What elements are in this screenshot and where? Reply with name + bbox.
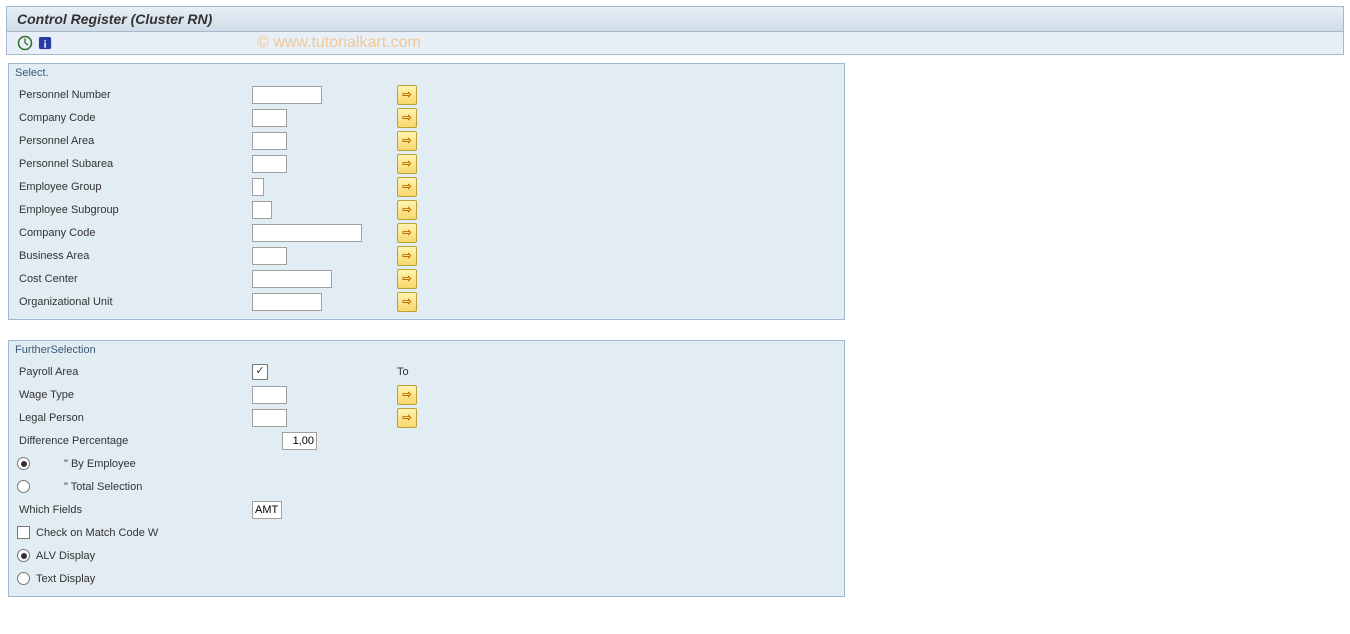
- input-personnel-subarea[interactable]: [252, 155, 287, 173]
- toolbar: i © www.tutorialkart.com: [6, 32, 1344, 55]
- input-personnel-area[interactable]: [252, 132, 287, 150]
- label-legal-person: Legal Person: [17, 412, 252, 424]
- label-employee-subgroup: Employee Subgroup: [17, 204, 252, 216]
- row-diff-pct: Difference Percentage: [9, 429, 844, 452]
- multiselect-button[interactable]: ⇨: [397, 408, 417, 428]
- multiselect-button[interactable]: ⇨: [397, 246, 417, 266]
- execute-icon[interactable]: [17, 35, 33, 51]
- radio-text-display[interactable]: [17, 572, 30, 585]
- row-check-match: Check on Match Code W: [9, 521, 844, 544]
- multiselect-button[interactable]: ⇨: [397, 385, 417, 405]
- multiselect-button[interactable]: ⇨: [397, 177, 417, 197]
- label-personnel-number: Personnel Number: [17, 89, 252, 101]
- arrow-right-icon: ⇨: [402, 180, 411, 193]
- multiselect-button[interactable]: ⇨: [397, 154, 417, 174]
- input-which-fields[interactable]: [252, 501, 282, 519]
- arrow-right-icon: ⇨: [402, 157, 411, 170]
- multiselect-button[interactable]: ⇨: [397, 292, 417, 312]
- label-wage-type: Wage Type: [17, 389, 252, 401]
- arrow-right-icon: ⇨: [402, 411, 411, 424]
- row-company-code: Company Code ⇨: [9, 106, 844, 129]
- checkmark-icon: ✓: [255, 366, 264, 377]
- label-diff-pct: Difference Percentage: [17, 435, 252, 447]
- arrow-right-icon: ⇨: [402, 249, 411, 262]
- multiselect-button[interactable]: ⇨: [397, 108, 417, 128]
- watermark: © www.tutorialkart.com: [257, 34, 421, 52]
- label-org-unit: Organizational Unit: [17, 296, 252, 308]
- multiselect-button[interactable]: ⇨: [397, 85, 417, 105]
- content-area: Select. Personnel Number ⇨ Company Code …: [0, 55, 1350, 625]
- label-which-fields: Which Fields: [17, 504, 252, 516]
- label-personnel-subarea: Personnel Subarea: [17, 158, 252, 170]
- row-personnel-number: Personnel Number ⇨: [9, 83, 844, 106]
- label-company-code: Company Code: [17, 112, 252, 124]
- checkbox-payroll-area[interactable]: ✓: [252, 364, 268, 380]
- row-total-selection: " Total Selection: [9, 475, 844, 498]
- input-org-unit[interactable]: [252, 293, 322, 311]
- radio-by-employee[interactable]: [17, 457, 30, 470]
- row-alv-display: ALV Display: [9, 544, 844, 567]
- row-employee-subgroup: Employee Subgroup ⇨: [9, 198, 844, 221]
- label-total-selection: " Total Selection: [36, 481, 142, 493]
- radio-alv-display[interactable]: [17, 549, 30, 562]
- row-legal-person: Legal Person ⇨: [9, 406, 844, 429]
- label-text-display: Text Display: [36, 573, 95, 585]
- page-title: Control Register (Cluster RN): [17, 11, 212, 27]
- group-select-title: Select.: [9, 64, 844, 83]
- group-further: FurtherSelection Payroll Area ✓ To Wage …: [8, 340, 845, 597]
- label-alv-display: ALV Display: [36, 550, 95, 562]
- arrow-right-icon: ⇨: [402, 111, 411, 124]
- input-cost-center[interactable]: [252, 270, 332, 288]
- input-employee-subgroup[interactable]: [252, 201, 272, 219]
- row-business-area: Business Area ⇨: [9, 244, 844, 267]
- svg-text:i: i: [43, 39, 46, 50]
- row-text-display: Text Display: [9, 567, 844, 590]
- input-business-area[interactable]: [252, 247, 287, 265]
- label-company-code2: Company Code: [17, 227, 252, 239]
- row-cost-center: Cost Center ⇨: [9, 267, 844, 290]
- title-bar: Control Register (Cluster RN): [6, 6, 1344, 32]
- input-employee-group[interactable]: [252, 178, 264, 196]
- radio-total-selection[interactable]: [17, 480, 30, 493]
- group-further-title: FurtherSelection: [9, 341, 844, 360]
- row-payroll-area: Payroll Area ✓ To: [9, 360, 844, 383]
- arrow-right-icon: ⇨: [402, 134, 411, 147]
- arrow-right-icon: ⇨: [402, 88, 411, 101]
- input-company-code2[interactable]: [252, 224, 362, 242]
- label-business-area: Business Area: [17, 250, 252, 262]
- label-to: To: [397, 366, 537, 378]
- arrow-right-icon: ⇨: [402, 272, 411, 285]
- row-company-code2: Company Code ⇨: [9, 221, 844, 244]
- label-payroll-area: Payroll Area: [17, 366, 252, 378]
- input-personnel-number[interactable]: [252, 86, 322, 104]
- input-diff-pct[interactable]: [282, 432, 317, 450]
- arrow-right-icon: ⇨: [402, 203, 411, 216]
- info-icon[interactable]: i: [37, 35, 53, 51]
- label-personnel-area: Personnel Area: [17, 135, 252, 147]
- row-personnel-area: Personnel Area ⇨: [9, 129, 844, 152]
- row-wage-type: Wage Type ⇨: [9, 383, 844, 406]
- multiselect-button[interactable]: ⇨: [397, 269, 417, 289]
- row-by-employee: " By Employee: [9, 452, 844, 475]
- row-org-unit: Organizational Unit ⇨: [9, 290, 844, 313]
- input-legal-person[interactable]: [252, 409, 287, 427]
- arrow-right-icon: ⇨: [402, 295, 411, 308]
- label-cost-center: Cost Center: [17, 273, 252, 285]
- row-which-fields: Which Fields: [9, 498, 844, 521]
- label-by-employee: " By Employee: [36, 458, 136, 470]
- label-employee-group: Employee Group: [17, 181, 252, 193]
- multiselect-button[interactable]: ⇨: [397, 200, 417, 220]
- arrow-right-icon: ⇨: [402, 226, 411, 239]
- multiselect-button[interactable]: ⇨: [397, 131, 417, 151]
- label-check-match: Check on Match Code W: [36, 527, 158, 539]
- input-company-code[interactable]: [252, 109, 287, 127]
- multiselect-button[interactable]: ⇨: [397, 223, 417, 243]
- arrow-right-icon: ⇨: [402, 388, 411, 401]
- group-select: Select. Personnel Number ⇨ Company Code …: [8, 63, 845, 320]
- input-wage-type[interactable]: [252, 386, 287, 404]
- checkbox-check-match[interactable]: [17, 526, 30, 539]
- row-employee-group: Employee Group ⇨: [9, 175, 844, 198]
- row-personnel-subarea: Personnel Subarea ⇨: [9, 152, 844, 175]
